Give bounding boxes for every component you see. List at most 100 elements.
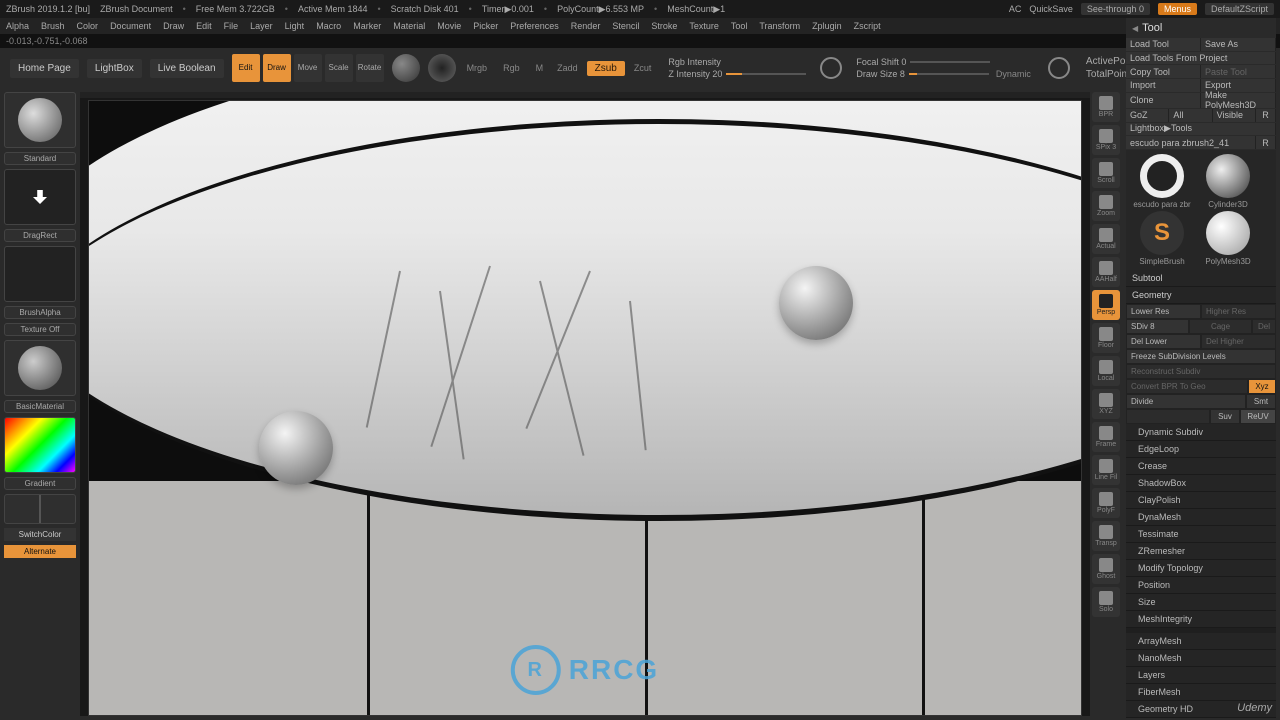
side-transp-button[interactable]: Transp bbox=[1092, 521, 1120, 551]
edit-mode-button[interactable]: Edit bbox=[232, 54, 260, 82]
live-boolean-button[interactable]: Live Boolean bbox=[150, 59, 224, 78]
color-picker[interactable] bbox=[4, 417, 76, 473]
draw-size-label[interactable]: Draw Size 8 bbox=[856, 69, 905, 79]
xyz-button[interactable]: Xyz bbox=[1248, 379, 1276, 394]
geo-crease-section[interactable]: Crease bbox=[1126, 458, 1276, 475]
smt-button[interactable]: Smt bbox=[1246, 394, 1276, 409]
side-floor-button[interactable]: Floor bbox=[1092, 323, 1120, 353]
menu-stencil[interactable]: Stencil bbox=[612, 21, 639, 31]
material-preview[interactable] bbox=[392, 54, 420, 82]
geo-position-section[interactable]: Position bbox=[1126, 577, 1276, 594]
tool-arraymesh-section[interactable]: ArrayMesh bbox=[1126, 633, 1276, 650]
tool-name-r-button[interactable]: R bbox=[1256, 136, 1276, 149]
side-frame-button[interactable]: Frame bbox=[1092, 422, 1120, 452]
canvas-3d[interactable]: R RRCG bbox=[88, 100, 1082, 716]
quicksave[interactable]: QuickSave bbox=[1029, 4, 1073, 14]
side-line-fil-button[interactable]: Line Fil bbox=[1092, 455, 1120, 485]
tool-nanomesh-section[interactable]: NanoMesh bbox=[1126, 650, 1276, 667]
make-polymesh-button[interactable]: Make PolyMesh3D bbox=[1201, 93, 1276, 108]
menu-brush[interactable]: Brush bbox=[41, 21, 65, 31]
tool-thumb[interactable]: escudo para zbr bbox=[1130, 154, 1194, 209]
home-page-button[interactable]: Home Page bbox=[10, 59, 79, 78]
draw-mode-button[interactable]: Draw bbox=[263, 54, 291, 82]
convert-bpr-button[interactable]: Convert BPR To Geo bbox=[1126, 379, 1248, 394]
tool-panel-header[interactable]: Tool bbox=[1126, 18, 1276, 38]
menu-color[interactable]: Color bbox=[77, 21, 99, 31]
load-tool-button[interactable]: Load Tool bbox=[1126, 38, 1201, 51]
side-xyz-button[interactable]: XYZ bbox=[1092, 389, 1120, 419]
goz-visible-button[interactable]: Visible bbox=[1213, 109, 1256, 122]
color-swatches[interactable] bbox=[4, 494, 76, 524]
menu-draw[interactable]: Draw bbox=[163, 21, 184, 31]
side-zoom-button[interactable]: Zoom bbox=[1092, 191, 1120, 221]
viewport[interactable]: R RRCG bbox=[80, 92, 1090, 716]
draw-size-slider[interactable] bbox=[909, 73, 989, 75]
lightbox-button[interactable]: LightBox bbox=[87, 59, 142, 78]
side-aahalf-button[interactable]: AAHalf bbox=[1092, 257, 1120, 287]
side-polyf-button[interactable]: PolyF bbox=[1092, 488, 1120, 518]
geo-shadowbox-section[interactable]: ShadowBox bbox=[1126, 475, 1276, 492]
zadd-mode[interactable]: Zadd bbox=[554, 63, 581, 73]
clone-button[interactable]: Clone bbox=[1126, 93, 1201, 108]
menu-light[interactable]: Light bbox=[285, 21, 305, 31]
geo-dynamic-subdiv-section[interactable]: Dynamic Subdiv bbox=[1126, 424, 1276, 441]
lightbox-tools-button[interactable]: Lightbox▶Tools bbox=[1126, 123, 1276, 136]
sdiv-slider[interactable]: SDiv 8 bbox=[1126, 319, 1189, 334]
zsub-mode[interactable]: Zsub bbox=[587, 61, 625, 76]
side-spix-3-button[interactable]: SPix 3 bbox=[1092, 125, 1120, 155]
suv-button[interactable]: Suv bbox=[1210, 409, 1240, 424]
gradient-label[interactable]: Gradient bbox=[4, 477, 76, 490]
side-local-button[interactable]: Local bbox=[1092, 356, 1120, 386]
mrgb-mode[interactable]: Mrgb bbox=[464, 63, 491, 73]
m-mode[interactable]: M bbox=[533, 63, 547, 73]
menu-zscript[interactable]: Zscript bbox=[854, 21, 881, 31]
menu-render[interactable]: Render bbox=[571, 21, 601, 31]
paste-tool-button[interactable]: Paste Tool bbox=[1201, 65, 1276, 78]
del-higher-button[interactable]: Del Higher bbox=[1201, 334, 1276, 349]
scale-mode-button[interactable]: Scale bbox=[325, 54, 353, 82]
side-actual-button[interactable]: Actual bbox=[1092, 224, 1120, 254]
alpha-slot[interactable] bbox=[4, 246, 76, 302]
zcut-mode[interactable]: Zcut bbox=[631, 63, 655, 73]
geo-dynamesh-section[interactable]: DynaMesh bbox=[1126, 509, 1276, 526]
menu-zplugin[interactable]: Zplugin bbox=[812, 21, 842, 31]
menu-movie[interactable]: Movie bbox=[437, 21, 461, 31]
ac[interactable]: AC bbox=[1009, 4, 1022, 14]
side-persp-button[interactable]: Persp bbox=[1092, 290, 1120, 320]
brush-slot[interactable] bbox=[4, 92, 76, 148]
menu-preferences[interactable]: Preferences bbox=[510, 21, 559, 31]
focal-shift-label[interactable]: Focal Shift 0 bbox=[856, 57, 906, 67]
geo-edgeloop-section[interactable]: EdgeLoop bbox=[1126, 441, 1276, 458]
menu-layer[interactable]: Layer bbox=[250, 21, 273, 31]
menu-edit[interactable]: Edit bbox=[196, 21, 212, 31]
tool-layers-section[interactable]: Layers bbox=[1126, 667, 1276, 684]
del-button[interactable]: Del bbox=[1252, 319, 1276, 334]
focal-ring[interactable] bbox=[1048, 57, 1070, 79]
switch-color-button[interactable]: SwitchColor bbox=[4, 528, 76, 541]
menu-picker[interactable]: Picker bbox=[473, 21, 498, 31]
stroke-slot[interactable] bbox=[4, 169, 76, 225]
menu-stroke[interactable]: Stroke bbox=[651, 21, 677, 31]
menu-transform[interactable]: Transform bbox=[759, 21, 800, 31]
geo-modify-topology-section[interactable]: Modify Topology bbox=[1126, 560, 1276, 577]
menu-macro[interactable]: Macro bbox=[316, 21, 341, 31]
tool-fibermesh-section[interactable]: FiberMesh bbox=[1126, 684, 1276, 701]
cage-button[interactable]: Cage bbox=[1189, 319, 1252, 334]
material-slot[interactable] bbox=[4, 340, 76, 396]
goz-button[interactable]: GoZ bbox=[1126, 109, 1169, 122]
divide-button[interactable]: Divide bbox=[1126, 394, 1246, 409]
side-scroll-button[interactable]: Scroll bbox=[1092, 158, 1120, 188]
tool-thumb[interactable]: SSimpleBrush bbox=[1130, 211, 1194, 266]
subtool-section[interactable]: Subtool bbox=[1126, 270, 1276, 287]
gradient-toggle[interactable] bbox=[428, 54, 456, 82]
geometry-section[interactable]: Geometry bbox=[1126, 287, 1276, 304]
menu-marker[interactable]: Marker bbox=[353, 21, 381, 31]
goz-r-button[interactable]: R bbox=[1256, 109, 1276, 122]
tool-thumb[interactable]: PolyMesh3D bbox=[1196, 211, 1260, 266]
save-as-button[interactable]: Save As bbox=[1201, 38, 1276, 51]
reconstruct-subdiv-button[interactable]: Reconstruct Subdiv bbox=[1126, 364, 1276, 379]
menu-document[interactable]: Document bbox=[110, 21, 151, 31]
z-intensity-label[interactable]: Z Intensity 20 bbox=[668, 69, 722, 79]
tool-name-field[interactable]: escudo para zbrush2_41 bbox=[1126, 136, 1256, 149]
goz-all-button[interactable]: All bbox=[1169, 109, 1212, 122]
